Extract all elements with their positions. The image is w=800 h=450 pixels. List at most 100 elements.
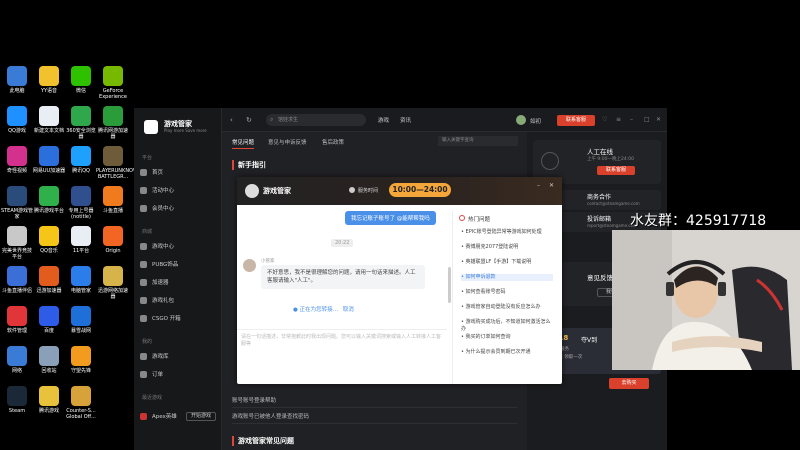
hot-question-item[interactable]: • EPIC账号登陆异常等游戏如何处理 [461,229,553,236]
minimize-icon[interactable]: – [537,182,540,189]
desktop-icon[interactable]: 此电脑 [0,66,34,94]
hot-question-item[interactable]: • 游戏管家自动登陆没有反应怎么办 [461,304,553,311]
app-icon [7,346,27,366]
desktop-icon[interactable]: 专用上号器(notitle) [64,186,98,220]
desktop-icon[interactable]: 奇怪视频 [0,146,34,174]
transfer-status: ● 正在为您转接… 取消 [293,307,354,313]
back-icon[interactable]: ‹ [230,116,233,124]
hot-question-item[interactable]: • 为什么提示会员到期已次开通 [461,349,553,356]
desktop-icon[interactable]: 腾讯游戏 [32,386,66,414]
desktop-icon[interactable]: 斗鱼直播伴侣 [0,266,34,294]
tab-games[interactable]: 游戏 [378,116,389,124]
desktop-icon[interactable]: 迅游加速器 [32,266,66,294]
sidebar-item-pubg[interactable]: PUBG饰品 [140,258,218,270]
desktop-icon[interactable]: QQ游戏 [0,106,34,134]
desktop-icon[interactable]: 百度 [32,306,66,334]
desktop-icon[interactable]: 360安全浏览器 [64,106,98,140]
minimize-icon[interactable]: – [630,116,633,123]
desktop-icon[interactable]: Steam [0,386,34,414]
desktop-icon[interactable]: 迅游网络加速器 [96,266,130,300]
app-icon [103,106,123,126]
app-icon [71,346,91,366]
desktop-icon[interactable]: Counter-S... Global Off... [64,386,98,420]
desktop-icon[interactable]: 微信 [64,66,98,94]
sidebar-item-orders[interactable]: 订单 [140,368,218,380]
desktop-icon-label: 网络 [11,368,22,374]
app-icon [7,186,27,206]
sidebar-item-vip[interactable]: 会员中心 [140,202,218,214]
app-icon [7,306,27,326]
chat-header: 游戏管家 服务时间 10:00—24:00 – ✕ [237,177,562,205]
list-item[interactable]: 账号账号登录帮助 [232,394,517,408]
desktop-icon[interactable]: QQ音乐 [32,226,66,254]
desktop-icon[interactable]: 腾讯网游加速器 [96,106,130,140]
desktop-icon[interactable]: GeForce Experience [96,66,130,100]
contact-service-button[interactable]: 联系客服 [557,115,595,126]
maximize-icon[interactable]: □ [644,116,650,123]
chat-input[interactable]: 请在一句话描述，非常抱歉此时我出现问题。您可以输入关键词搜索或输入人工转接人工客… [237,329,447,384]
list-item[interactable]: 游戏账号已被他人登录查找密码 [232,410,517,424]
search-input[interactable]: 馆娃求生 [266,114,366,126]
start-game-button[interactable]: 开始游戏 [186,412,216,421]
menu-icon[interactable]: ≡ [616,116,621,123]
hot-title: 热门问题 [468,217,491,223]
desktop-icon[interactable]: 网络 [0,346,34,374]
hot-question-item[interactable]: • 游戏购买成功后，不知道如何激活怎么办 [461,319,553,333]
hot-question-item[interactable]: • 如何申诉退款 [461,274,553,281]
card-title: 意见反馈 [587,274,613,282]
tab-feedback[interactable]: 意见与申诉反馈 [268,138,307,146]
contact-button[interactable]: 联系客服 [597,166,635,175]
desktop-icon[interactable]: 暴雪战网 [64,306,98,334]
buy-button[interactable]: 去购买 [609,378,649,389]
refresh-icon[interactable]: ↻ [246,116,252,124]
desktop-icon[interactable]: 回收站 [32,346,66,374]
desktop-icon[interactable]: STEAM游戏管家 [0,186,34,220]
scrollbar[interactable] [448,267,451,303]
cancel-transfer-link[interactable]: 取消 [343,307,354,313]
app-icon [71,266,91,286]
desktop-icon[interactable]: 守望先锋 [64,346,98,374]
headset-icon [541,152,559,170]
app-icon [71,226,91,246]
desktop-icon-label: 专用上号器(notitle) [68,208,94,220]
desktop-icon[interactable]: 网易UU加速器 [32,146,66,174]
sidebar-item-library[interactable]: 游戏库 [140,350,218,362]
desktop-icon[interactable]: 新建文本文档 [32,106,66,134]
app-icon [103,146,123,166]
desktop-icon[interactable]: PLAYERUNKNOWN'S BATTLEGR... [96,146,146,180]
sidebar-item-accelerator[interactable]: 加速器 [140,276,218,288]
hot-question-item[interactable]: • 如何查看账号密码 [461,289,553,296]
desktop-icon[interactable]: 腾讯QQ [64,146,98,174]
desktop-icon[interactable]: 完美世界竞技平台 [0,226,34,260]
desktop-icon[interactable]: 11平台 [64,226,98,254]
hot-question-item[interactable]: • 赛博朋克2077登陆说明 [461,244,553,251]
tab-news[interactable]: 资讯 [400,116,411,124]
avatar[interactable] [516,115,526,125]
sidebar-item-activity[interactable]: 活动中心 [140,184,218,196]
fire-icon [459,215,465,221]
tab-faq[interactable]: 常见问题 [232,138,255,149]
sidebar-item-gift[interactable]: 游戏礼包 [140,294,218,306]
desktop-icon[interactable]: Origin [96,226,130,254]
desktop-icon[interactable]: YY语音 [32,66,66,94]
desktop-icon[interactable]: 软件管理 [0,306,34,334]
sidebar-item-home[interactable]: 首页 [140,166,218,178]
user-name[interactable]: 如初 [530,117,541,125]
desktop-icon[interactable]: 腾讯游戏平台 [32,186,66,214]
desktop-icon-label: 迅游网络加速器 [97,288,128,300]
desktop-icon-label: 腾讯QQ [72,168,90,174]
app-icon [7,226,27,246]
hot-question-item[interactable]: • 我买的订单如何查询 [461,334,553,341]
heart-icon[interactable]: ♡ [602,116,607,123]
close-icon[interactable]: ✕ [656,116,661,123]
app-icon [39,226,59,246]
desktop-icon-label: GeForce Experience [99,88,127,100]
tab-policy[interactable]: 售后政策 [322,138,344,146]
sidebar-item-csgo[interactable]: CSGO 开箱 [140,312,218,324]
help-search-input[interactable]: 输入关键字查询 [438,136,518,146]
desktop-icon[interactable]: 电脑管家 [64,266,98,294]
close-icon[interactable]: ✕ [549,182,554,189]
hot-question-item[interactable]: • 英雄联盟LF【手游】下载说明 [461,259,553,266]
desktop-icon[interactable]: 斗鱼直播 [96,186,130,214]
sidebar-item-game-center[interactable]: 游戏中心 [140,240,218,252]
